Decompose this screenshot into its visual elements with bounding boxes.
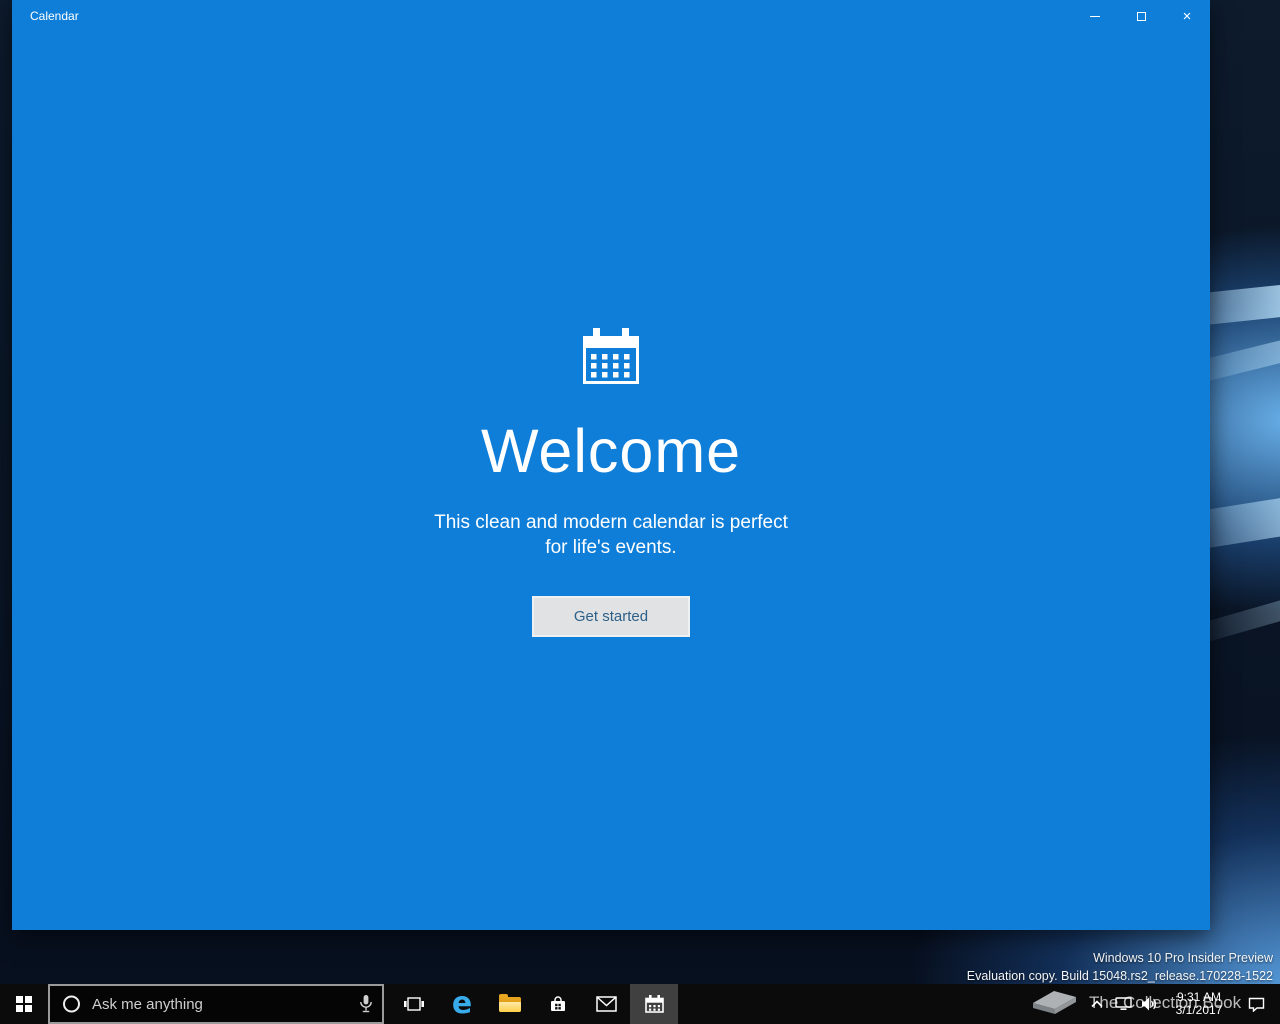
taskbar-edge-button[interactable]: e xyxy=(438,984,486,1024)
tray-chevron-button[interactable] xyxy=(1084,984,1110,1024)
maximize-button[interactable] xyxy=(1118,0,1164,32)
window-title: Calendar xyxy=(30,9,79,23)
screen: Windows 10 Pro Insider Preview Evaluatio… xyxy=(0,0,1280,1024)
taskbar-search[interactable] xyxy=(48,984,384,1024)
chevron-up-icon xyxy=(1091,1000,1103,1008)
windows-logo-icon xyxy=(16,996,32,1012)
action-center-button[interactable] xyxy=(1236,984,1276,1024)
welcome-title: Welcome xyxy=(480,417,742,485)
edge-icon: e xyxy=(451,986,473,1021)
get-started-button[interactable]: Get started xyxy=(532,596,690,637)
minimize-button[interactable] xyxy=(1072,0,1118,32)
taskbar-store-button[interactable] xyxy=(534,984,582,1024)
subtitle-line-2: for life's events. xyxy=(545,537,677,558)
taskbar-calendar-button[interactable] xyxy=(630,984,678,1024)
search-input[interactable] xyxy=(50,986,382,1022)
calendar-window: Calendar × Welcome This clean and modern… xyxy=(12,0,1210,930)
eval-line-1: Windows 10 Pro Insider Preview xyxy=(1093,951,1273,965)
taskbar: e xyxy=(0,984,1280,1024)
calendar-icon xyxy=(644,995,664,1013)
taskbar-clock[interactable]: 9:31 AM 3/1/2017 xyxy=(1162,991,1236,1017)
taskbar-file-explorer-button[interactable] xyxy=(486,984,534,1024)
subtitle-line-1: This clean and modern calendar is perfec… xyxy=(434,512,788,533)
tray-network-button[interactable] xyxy=(1110,984,1136,1024)
mail-icon xyxy=(595,996,617,1012)
caption-buttons: × xyxy=(1072,0,1210,32)
tray-volume-button[interactable] xyxy=(1136,984,1162,1024)
store-icon xyxy=(551,996,565,1011)
speaker-icon xyxy=(1142,997,1157,1011)
minimize-icon xyxy=(1090,15,1100,17)
cortana-icon xyxy=(63,995,80,1013)
taskbar-mail-button[interactable] xyxy=(582,984,630,1024)
system-tray: 9:31 AM 3/1/2017 xyxy=(1084,984,1280,1024)
evaluation-watermark: Windows 10 Pro Insider Preview Evaluatio… xyxy=(967,949,1273,985)
calendar-hero-icon xyxy=(581,328,641,391)
file-explorer-icon xyxy=(499,993,521,1012)
welcome-subtitle: This clean and modern calendar is perfec… xyxy=(12,510,1210,560)
task-view-button[interactable] xyxy=(390,984,438,1024)
start-button[interactable] xyxy=(0,984,48,1024)
action-center-icon xyxy=(1248,997,1264,1012)
eval-line-2: Evaluation copy. Build 15048.rs2_release… xyxy=(966,969,1273,983)
task-view-icon xyxy=(404,997,424,1011)
network-icon xyxy=(1114,997,1132,1010)
close-icon: × xyxy=(1182,7,1192,25)
microphone-icon[interactable] xyxy=(359,995,373,1014)
clock-date: 3/1/2017 xyxy=(1175,1003,1223,1017)
close-button[interactable]: × xyxy=(1164,0,1210,32)
maximize-icon xyxy=(1136,11,1146,21)
titlebar[interactable]: Calendar × xyxy=(12,0,1210,32)
